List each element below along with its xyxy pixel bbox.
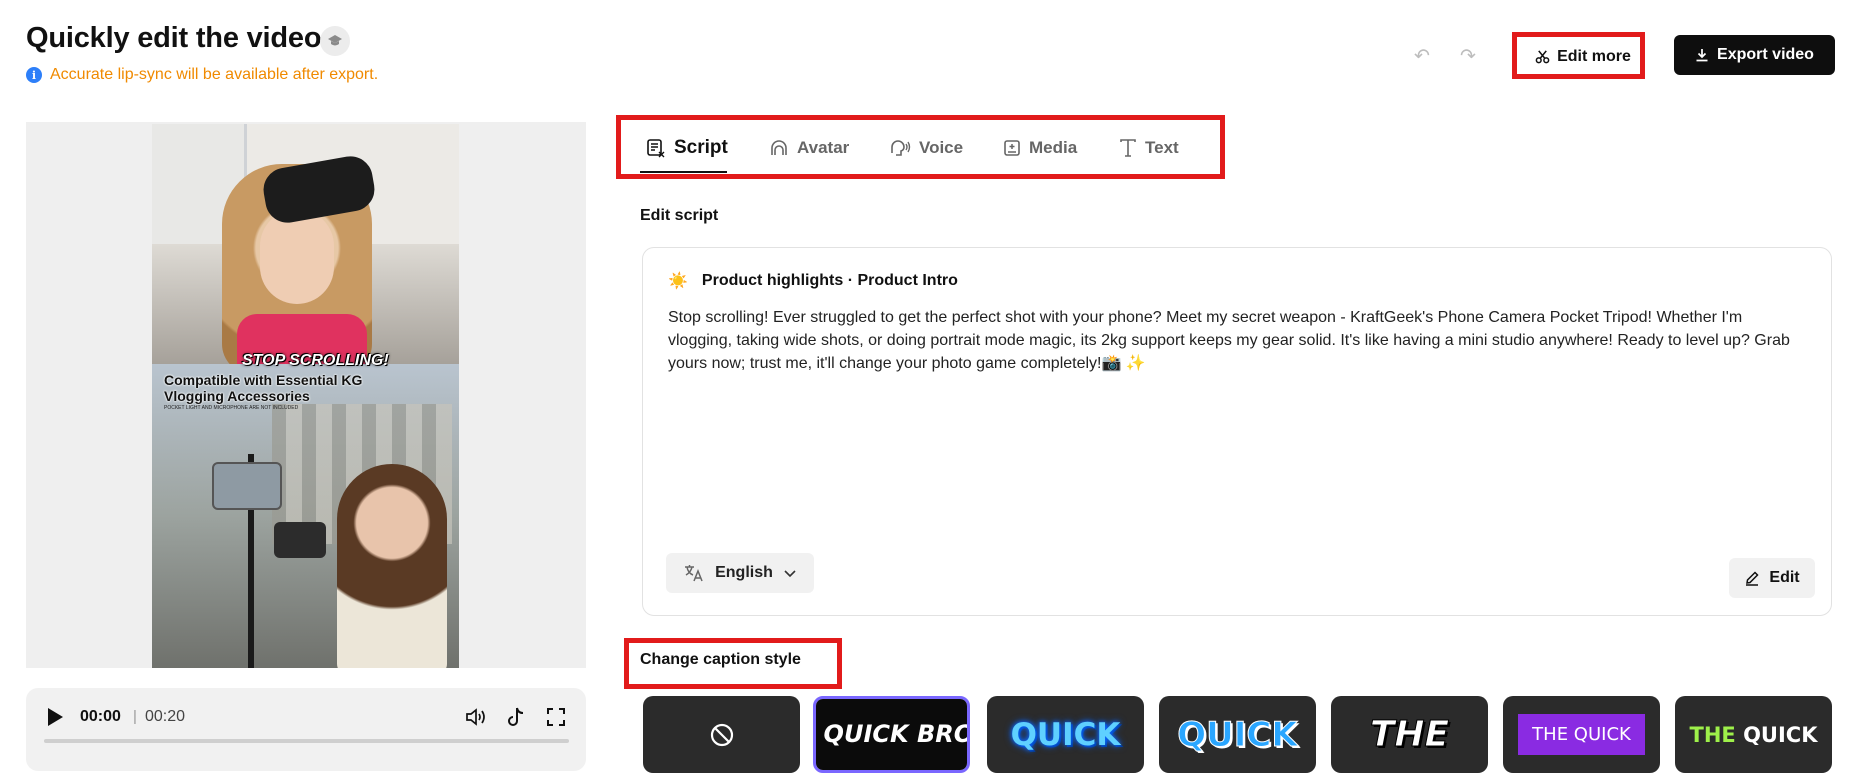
active-tab-indicator: [640, 171, 727, 173]
tab-avatar-label: Avatar: [797, 138, 850, 157]
video-microphone: [274, 522, 326, 558]
video-product-model: [337, 464, 447, 668]
time-separator: |: [133, 708, 137, 725]
caption-style-1[interactable]: THE QUICK BROWN: [813, 696, 970, 773]
download-icon: [1696, 49, 1708, 62]
lip-sync-notice: i Accurate lip-sync will be available af…: [26, 66, 378, 84]
caption-style-4[interactable]: THE: [1331, 696, 1488, 773]
undo-button[interactable]: ↶: [1408, 42, 1436, 70]
export-video-button[interactable]: Export video: [1674, 35, 1835, 75]
video-preview[interactable]: STOP SCROLLING! Compatible with Essentia…: [152, 124, 459, 668]
tab-voice-label: Voice: [919, 138, 964, 157]
tab-voice[interactable]: Voice: [889, 131, 963, 165]
tutorial-button[interactable]: [320, 26, 350, 56]
sun-icon: ☀️: [668, 273, 688, 290]
edit-script-button[interactable]: Edit: [1729, 558, 1815, 598]
notice-text: Accurate lip-sync will be available afte…: [50, 66, 379, 83]
redo-button[interactable]: ↷: [1454, 42, 1482, 70]
media-icon: [1004, 140, 1020, 156]
video-caption-sub: Compatible with Essential KG Vlogging Ac…: [164, 372, 363, 404]
video-caption-main: STOP SCROLLING!: [242, 352, 389, 369]
pencil-icon: [1746, 571, 1759, 586]
caption-style-6[interactable]: THE QUICK: [1675, 696, 1832, 773]
caption-style-2-text: QUICK: [1010, 716, 1121, 753]
caption-style-5[interactable]: THE QUICK: [1503, 696, 1660, 773]
total-time: 00:20: [145, 708, 186, 725]
volume-icon: [466, 708, 485, 726]
script-heading-text: Product highlights · Product Intro: [701, 272, 958, 289]
script-card: ☀️ Product highlights · Product Intro St…: [642, 247, 1832, 616]
scissors-icon: [1535, 50, 1550, 64]
graduation-cap-icon: [328, 35, 342, 46]
caption-style-none[interactable]: [643, 696, 800, 773]
video-phone: [212, 462, 282, 510]
text-icon: [1120, 139, 1136, 157]
script-heading: ☀️ Product highlights · Product Intro: [668, 271, 958, 291]
video-caption-fine: POCKET LIGHT AND MICROPHONE ARE NOT INCL…: [164, 405, 299, 411]
play-icon[interactable]: [46, 707, 64, 727]
tab-script[interactable]: Script: [646, 131, 728, 165]
volume-button[interactable]: [463, 704, 489, 730]
caption-style-3[interactable]: QUICK: [1159, 696, 1316, 773]
export-label: Export video: [1717, 46, 1814, 63]
translate-icon: [685, 565, 703, 582]
script-icon: [647, 139, 665, 158]
caption-style-5-text: THE QUICK: [1518, 714, 1645, 755]
edit-more-button[interactable]: Edit more: [1527, 40, 1639, 73]
script-text[interactable]: Stop scrolling! Ever struggled to get th…: [668, 306, 1808, 375]
current-time: 00:00: [80, 708, 121, 725]
avatar-icon: [771, 140, 787, 155]
none-icon: [710, 723, 733, 746]
fullscreen-button[interactable]: [543, 704, 569, 730]
voice-icon: [891, 140, 911, 156]
fullscreen-icon: [547, 708, 565, 726]
caption-style-1-text: THE QUICK BROWN: [816, 720, 967, 748]
playback-progress-bar[interactable]: [44, 739, 569, 743]
tiktok-button[interactable]: [503, 704, 529, 730]
tab-media-label: Media: [1029, 138, 1078, 157]
language-label: English: [715, 564, 773, 581]
tab-text[interactable]: Text: [1119, 131, 1179, 165]
tab-avatar[interactable]: Avatar: [769, 131, 849, 165]
caption-style-2[interactable]: QUICK: [987, 696, 1144, 773]
page-title: Quickly edit the video: [26, 22, 322, 54]
video-player-controls: 00:00 | 00:20: [26, 688, 586, 771]
tab-script-label: Script: [674, 137, 728, 158]
language-select[interactable]: English: [666, 553, 814, 593]
edit-label: Edit: [1769, 569, 1800, 586]
caption-style-3-text: QUICK: [1177, 714, 1298, 755]
tiktok-icon: [508, 707, 524, 726]
caption-style-6-text: THE QUICK: [1689, 722, 1818, 747]
edit-script-label: Edit script: [640, 207, 719, 224]
info-icon: i: [26, 67, 42, 83]
undo-icon: ↶: [1414, 45, 1430, 67]
chevron-down-icon: [784, 570, 796, 578]
edit-more-label: Edit more: [1557, 47, 1631, 65]
caption-style-label: Change caption style: [640, 651, 801, 668]
video-presenter-face: [260, 209, 334, 304]
caption-style-4-text: THE: [1369, 714, 1450, 756]
tab-media[interactable]: Media: [1003, 131, 1077, 165]
tab-text-label: Text: [1145, 138, 1179, 157]
redo-icon: ↷: [1460, 45, 1476, 67]
